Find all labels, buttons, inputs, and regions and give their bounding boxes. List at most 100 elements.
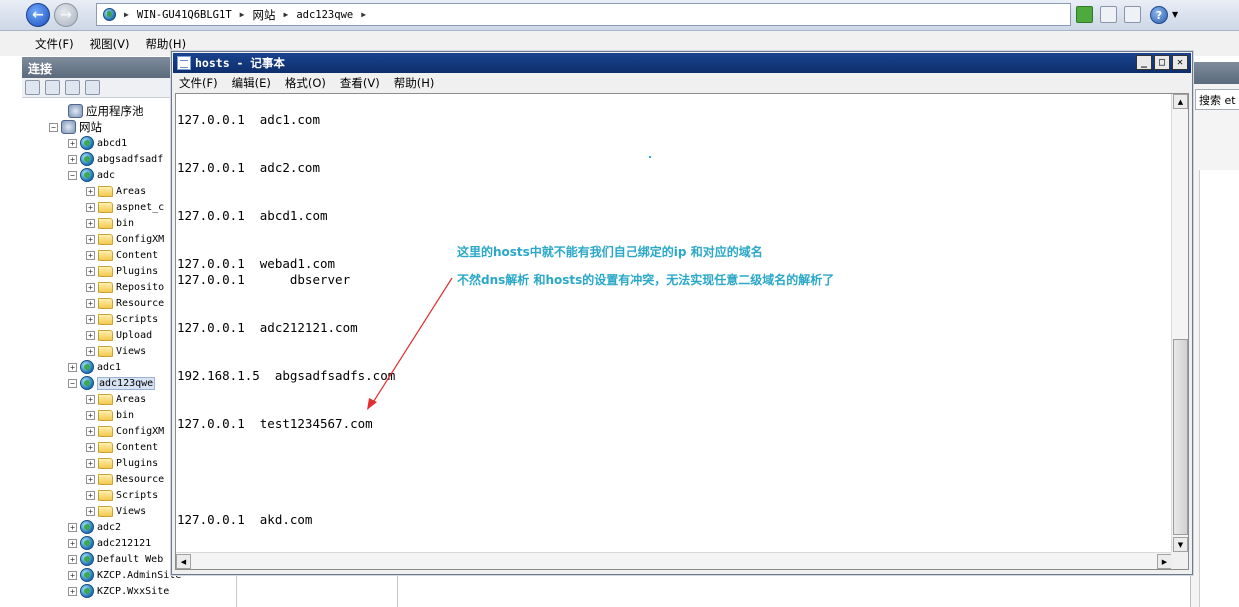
- tree-item[interactable]: 应用程序池: [53, 103, 144, 119]
- expand-icon[interactable]: +: [86, 474, 95, 484]
- close-button[interactable]: ✕: [1172, 55, 1188, 70]
- breadcrumb-separator-icon[interactable]: ▶: [283, 10, 288, 19]
- tree-item[interactable]: + Areas: [86, 183, 146, 199]
- expand-icon[interactable]: +: [86, 410, 95, 420]
- tree-item[interactable]: + Views: [86, 343, 146, 359]
- scroll-right-icon[interactable]: ▶: [1157, 554, 1172, 569]
- tree-item[interactable]: + KZCP.WxxSite: [68, 583, 169, 599]
- menu-help[interactable]: 帮助(H): [145, 36, 186, 52]
- stop-icon[interactable]: [1100, 6, 1117, 23]
- vertical-scrollbar[interactable]: ▲ ▼: [1171, 94, 1188, 552]
- expand-icon[interactable]: +: [86, 250, 95, 260]
- horizontal-scrollbar[interactable]: ◀ ▶: [176, 552, 1172, 569]
- save-icon[interactable]: [45, 80, 60, 95]
- connect-icon[interactable]: [25, 80, 40, 95]
- tree-item[interactable]: + adc2: [68, 519, 121, 535]
- expand-icon[interactable]: +: [68, 154, 77, 164]
- scroll-up-icon[interactable]: ▲: [1173, 94, 1188, 109]
- expand-icon[interactable]: +: [86, 426, 95, 436]
- expand-icon[interactable]: +: [86, 298, 95, 308]
- maximize-button[interactable]: □: [1154, 55, 1170, 70]
- tree-item[interactable]: + abgsadfsadf: [68, 151, 163, 167]
- back-button[interactable]: ←: [26, 3, 50, 27]
- disconnect-icon[interactable]: [85, 80, 100, 95]
- expand-icon[interactable]: +: [86, 346, 95, 356]
- expand-icon[interactable]: +: [86, 490, 95, 500]
- tree-item[interactable]: + Views: [86, 503, 146, 519]
- expand-icon[interactable]: +: [86, 394, 95, 404]
- address-bar[interactable]: ▶ WIN-GU41Q6BLG1T ▶ 网站 ▶ adc123qwe ▶: [96, 3, 1071, 26]
- notepad-menu-format[interactable]: 格式(O): [285, 75, 326, 91]
- tree-item[interactable]: + bin: [86, 215, 134, 231]
- expand-icon[interactable]: +: [86, 202, 95, 212]
- tree-item[interactable]: + Scripts: [86, 311, 158, 327]
- tree-item[interactable]: + Reposito: [86, 279, 164, 295]
- tree-item[interactable]: − adc123qwe: [68, 375, 156, 391]
- help-dropdown-icon[interactable]: ▼: [1172, 10, 1178, 19]
- breadcrumb-separator-icon[interactable]: ▶: [240, 10, 245, 19]
- expand-icon[interactable]: +: [68, 138, 77, 148]
- collapse-icon[interactable]: −: [68, 170, 77, 180]
- expand-icon[interactable]: +: [86, 314, 95, 324]
- tree-item[interactable]: + abcd1: [68, 135, 127, 151]
- refresh-icon[interactable]: [1076, 6, 1093, 23]
- collapse-icon[interactable]: −: [49, 122, 58, 132]
- expand-icon[interactable]: +: [86, 330, 95, 340]
- notepad-menu-edit[interactable]: 编辑(E): [232, 75, 271, 91]
- expand-icon[interactable]: +: [86, 234, 95, 244]
- expand-icon[interactable]: +: [86, 186, 95, 196]
- up-level-icon[interactable]: [65, 80, 80, 95]
- tree-item[interactable]: + Plugins: [86, 263, 158, 279]
- tree-item[interactable]: − 网站: [49, 119, 102, 135]
- tree-item[interactable]: + Plugins: [86, 455, 158, 471]
- breadcrumb-site[interactable]: adc123qwe: [296, 9, 353, 21]
- tree-item[interactable]: + Upload: [86, 327, 152, 343]
- breadcrumb-sites[interactable]: 网站: [252, 7, 275, 23]
- scroll-down-icon[interactable]: ▼: [1173, 537, 1188, 552]
- scroll-left-icon[interactable]: ◀: [176, 554, 191, 569]
- breadcrumb-server[interactable]: WIN-GU41Q6BLG1T: [137, 9, 232, 21]
- tree-item[interactable]: + Scripts: [86, 487, 158, 503]
- home-icon[interactable]: [1124, 6, 1141, 23]
- tree-item[interactable]: + aspnet_c: [86, 199, 164, 215]
- tree-item[interactable]: + Areas: [86, 391, 146, 407]
- scroll-thumb[interactable]: [1173, 339, 1188, 535]
- tree-item[interactable]: + KZCP.AdminSite: [68, 567, 181, 583]
- expand-icon[interactable]: +: [86, 506, 95, 516]
- tree-item[interactable]: − adc: [68, 167, 115, 183]
- expand-icon[interactable]: +: [86, 266, 95, 276]
- notepad-title-bar[interactable]: hosts - 记事本 _ □ ✕: [173, 53, 1191, 73]
- expand-icon[interactable]: +: [68, 586, 77, 596]
- hosts-text[interactable]: 127.0.0.1 adc1.com 127.0.0.1 adc2.com 12…: [176, 94, 1172, 552]
- tree-item[interactable]: + Content: [86, 439, 158, 455]
- expand-icon[interactable]: +: [86, 458, 95, 468]
- forward-button[interactable]: →: [54, 3, 78, 27]
- tree-item[interactable]: + Resource: [86, 295, 164, 311]
- expand-icon[interactable]: +: [86, 218, 95, 228]
- expand-icon[interactable]: +: [68, 554, 77, 564]
- search-input[interactable]: 搜索 et: [1195, 89, 1239, 110]
- menu-file[interactable]: 文件(F): [35, 36, 74, 52]
- tree-item[interactable]: + ConfigXM: [86, 423, 164, 439]
- notepad-menu-help[interactable]: 帮助(H): [394, 75, 435, 91]
- tree-item[interactable]: + Content: [86, 247, 158, 263]
- notepad-menu-view[interactable]: 查看(V): [340, 75, 380, 91]
- expand-icon[interactable]: +: [86, 442, 95, 452]
- help-icon[interactable]: ?: [1150, 6, 1168, 24]
- notepad-menu-file[interactable]: 文件(F): [179, 75, 218, 91]
- minimize-button[interactable]: _: [1136, 55, 1152, 70]
- expand-icon[interactable]: +: [68, 570, 77, 580]
- notepad-text-area[interactable]: 127.0.0.1 adc1.com 127.0.0.1 adc2.com 12…: [175, 93, 1189, 570]
- tree-item[interactable]: + Resource: [86, 471, 164, 487]
- breadcrumb-separator-icon[interactable]: ▶: [124, 10, 129, 19]
- tree-item[interactable]: + ConfigXM: [86, 231, 164, 247]
- tree-item[interactable]: + adc1: [68, 359, 121, 375]
- menu-view[interactable]: 视图(V): [90, 36, 130, 52]
- expand-icon[interactable]: +: [68, 362, 77, 372]
- collapse-icon[interactable]: −: [68, 378, 77, 388]
- expand-icon[interactable]: +: [68, 538, 77, 548]
- expand-icon[interactable]: +: [68, 522, 77, 532]
- tree-item[interactable]: + adc212121: [68, 535, 151, 551]
- expand-icon[interactable]: +: [86, 282, 95, 292]
- tree-item[interactable]: + bin: [86, 407, 134, 423]
